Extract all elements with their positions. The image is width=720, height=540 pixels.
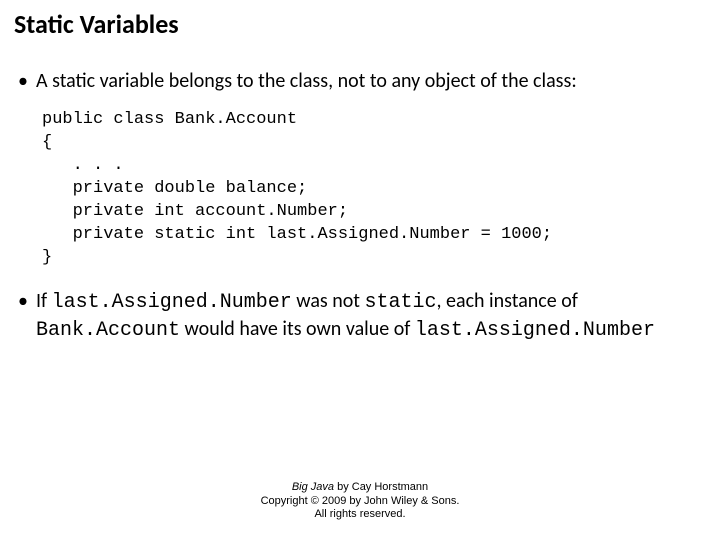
code-line: private int account.Number; (42, 202, 348, 221)
code-line: { (42, 133, 52, 152)
code-inline: last.Assigned.Number (415, 319, 655, 342)
footer: Big Java by Cay Horstmann Copyright © 20… (0, 481, 720, 522)
code-line: private static int last.Assigned.Number … (42, 225, 552, 244)
book-title: Big Java (292, 481, 334, 493)
code-line: } (42, 248, 52, 267)
footer-line-1: Big Java by Cay Horstmann (0, 481, 720, 495)
footer-line-3: All rights reserved. (0, 508, 720, 522)
code-line: private double balance; (42, 179, 307, 198)
text: If (36, 289, 52, 313)
author: by Cay Horstmann (334, 481, 428, 493)
bullet-2: If last.Assigned.Number was not static, … (14, 288, 706, 344)
text: was not (292, 289, 365, 313)
code-block: public class Bank.Account { . . . privat… (42, 109, 706, 270)
slide-title: Static Variables (14, 8, 706, 40)
bullet-1: A static variable belongs to the class, … (14, 68, 706, 95)
footer-line-2: Copyright © 2009 by John Wiley & Sons. (0, 495, 720, 509)
code-line: . . . (42, 156, 124, 175)
code-inline: Bank.Account (36, 319, 180, 342)
text: , each instance of (437, 289, 578, 313)
code-inline: static (365, 291, 437, 314)
text: would have its own value of (180, 317, 415, 341)
code-inline: last.Assigned.Number (52, 291, 292, 314)
code-line: public class Bank.Account (42, 110, 297, 129)
slide: Static Variables A static variable belon… (0, 0, 720, 540)
